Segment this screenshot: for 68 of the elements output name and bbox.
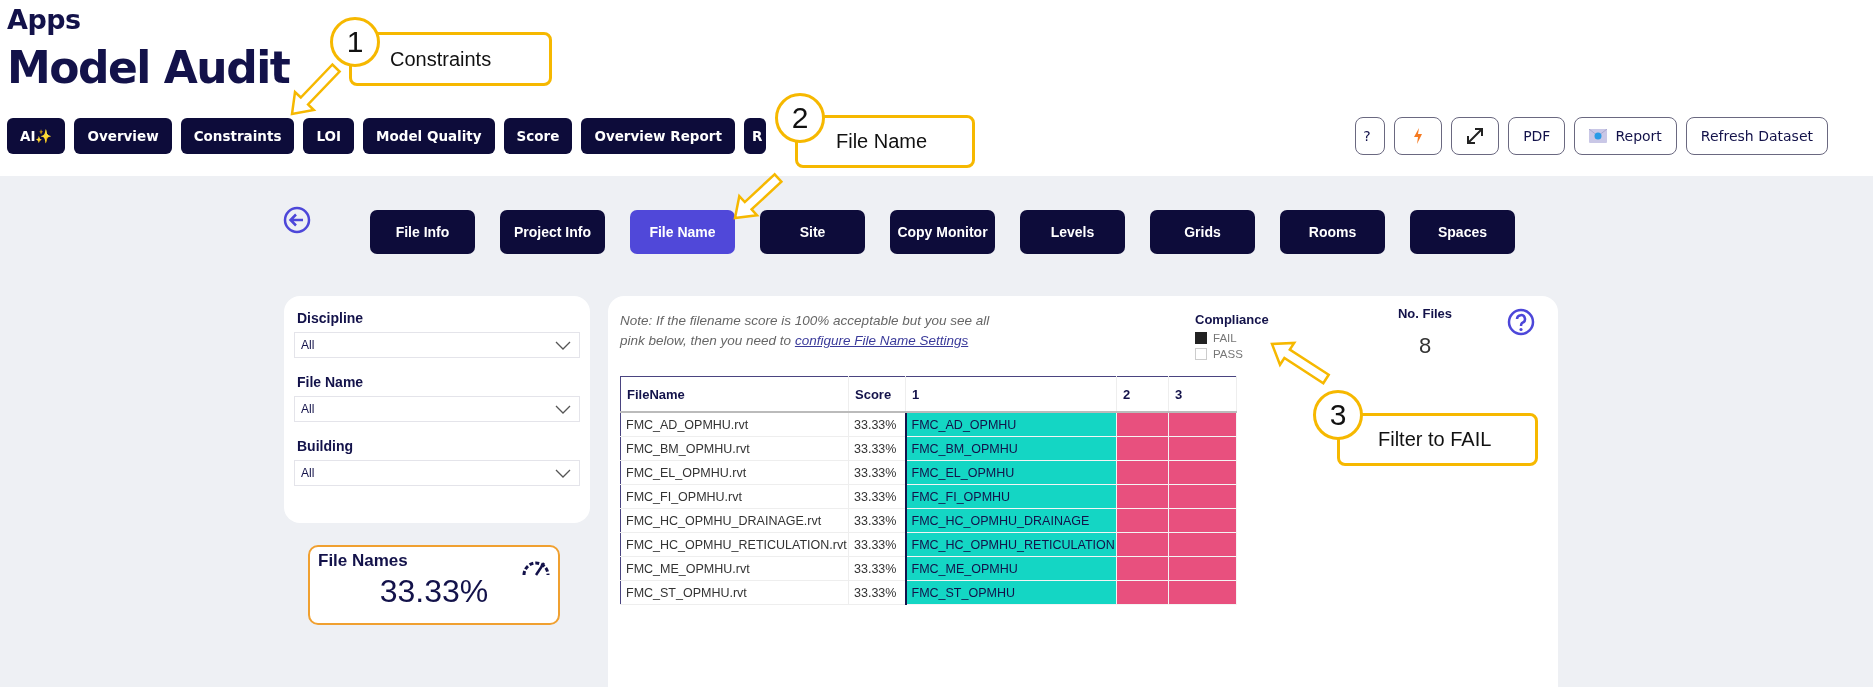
segment-cell: FMC_BM_OPMHU <box>905 436 1117 461</box>
table-cell: FMC_ME_OPMHU.rvt <box>620 556 849 581</box>
page-tab[interactable]: Spaces <box>1410 210 1515 254</box>
bolt-icon <box>1413 128 1424 144</box>
kpi-value: 33.33% <box>379 573 489 610</box>
segment-cell: FMC_HC_OPMHU_DRAINAGE <box>905 508 1117 533</box>
segment-cell: FMC_ME_OPMHU <box>905 556 1117 581</box>
nav-tab[interactable]: Constraints <box>180 118 295 154</box>
nav-tab[interactable]: R <box>743 118 767 154</box>
page-tab[interactable]: Grids <box>1150 210 1255 254</box>
nav-tab[interactable]: AI✨ <box>7 118 66 154</box>
legend-label[interactable]: FAIL <box>1213 332 1237 344</box>
segment-cell: FMC_ST_OPMHU <box>905 580 1117 605</box>
note-text: Note: If the filename score is 100% acceptable but you see all pink below, then you need to configure File Name Settings <box>620 312 990 350</box>
table-cell: FMC_EL_OPMHU.rvt <box>620 460 849 485</box>
expand-icon <box>1466 127 1485 145</box>
legend-label[interactable]: PASS <box>1213 348 1243 360</box>
app-section-title: Apps <box>7 4 81 35</box>
page-tab[interactable]: Copy Monitor <box>890 210 995 254</box>
callout-arrow <box>290 62 342 116</box>
page-tab[interactable]: Levels <box>1020 210 1125 254</box>
settings-link[interactable]: configure File Name Settings <box>794 333 969 348</box>
toolbar-button[interactable]: ? <box>1355 117 1386 155</box>
segment-cell: FMC_AD_OPMHU <box>905 412 1117 437</box>
filter-label: Discipline <box>297 310 364 326</box>
page-tab[interactable]: Site <box>760 210 865 254</box>
filter-label: Building <box>297 438 353 454</box>
legend-title: Compliance <box>1195 312 1269 327</box>
table-cell: FMC_ST_OPMHU.rvt <box>620 580 849 605</box>
table-cell: FMC_HC_OPMHU_DRAINAGE.rvt <box>620 508 849 533</box>
page-tab[interactable]: Project Info <box>500 210 605 254</box>
count-label: No. Files <box>1397 306 1453 321</box>
report-button[interactable]: Report <box>1574 117 1677 155</box>
table-cell: FMC_FI_OPMHU.rvt <box>620 484 849 509</box>
column-header[interactable]: FileName <box>620 376 849 412</box>
table-cell: FMC_HC_OPMHU_RETICULATION.rvt <box>620 532 849 557</box>
column-header[interactable]: Score <box>848 376 906 412</box>
bolt-button[interactable] <box>1394 117 1443 155</box>
nav-tab[interactable]: Model Quality <box>363 118 495 154</box>
nav-tab[interactable]: Overview <box>74 118 172 154</box>
chevron-down-icon <box>555 340 571 350</box>
page-tab[interactable]: Rooms <box>1280 210 1385 254</box>
page-title: Model Audit <box>7 41 290 95</box>
count-value: 8 <box>1418 333 1432 359</box>
nav-tab[interactable]: Score <box>503 118 573 154</box>
expand-button[interactable] <box>1451 117 1500 155</box>
filter-dropdown[interactable]: All <box>294 396 580 422</box>
kpi-title: File Names <box>318 551 408 571</box>
filter-dropdown[interactable]: All <box>294 460 580 486</box>
callout-arrow <box>1270 341 1331 385</box>
toolbar-button[interactable]: PDF <box>1508 117 1566 155</box>
chevron-down-icon <box>555 468 571 478</box>
segment-cell: FMC_EL_OPMHU <box>905 460 1117 485</box>
page-tab[interactable]: File Info <box>370 210 475 254</box>
nav-tab[interactable]: LOI <box>303 118 355 154</box>
toolbar-button[interactable]: Refresh Dataset <box>1685 117 1828 155</box>
mail-icon <box>1589 129 1608 143</box>
checkbox[interactable] <box>1195 332 1207 344</box>
nav-tab[interactable]: Overview Report <box>581 118 735 154</box>
filter-label: File Name <box>297 374 364 390</box>
table-cell: FMC_BM_OPMHU.rvt <box>620 436 849 461</box>
table-cell: FMC_AD_OPMHU.rvt <box>620 412 849 437</box>
segment-cell: FMC_HC_OPMHU_RETICULATION <box>905 532 1117 557</box>
page-tab[interactable]: File Name <box>630 210 735 254</box>
help-icon[interactable] <box>1507 308 1535 336</box>
chevron-down-icon <box>555 404 571 414</box>
segment-cell: FMC_FI_OPMHU <box>905 484 1117 509</box>
filter-dropdown[interactable]: All <box>294 332 580 358</box>
